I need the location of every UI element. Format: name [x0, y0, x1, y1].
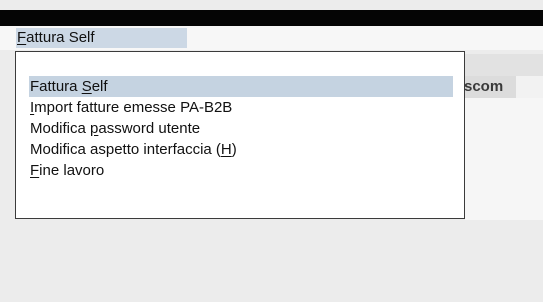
dropdown-menu-list: Fattura Self Import fatture emesse PA-B2…: [29, 76, 453, 181]
background-tab-label: scom: [465, 78, 504, 95]
menu-item-mnemonic: F: [30, 162, 40, 179]
background-header-strip: [465, 54, 543, 76]
menu-label-rest: attura Self: [26, 29, 95, 46]
background-content: [465, 98, 543, 220]
menu-fattura-self[interactable]: Fattura Self: [16, 28, 187, 48]
menu-item-text: elf: [91, 78, 108, 95]
background-tab[interactable]: scom: [465, 76, 516, 98]
dropdown-menu: Fattura Self Import fatture emesse PA-B2…: [15, 51, 465, 219]
menu-item-text: assword utente: [98, 120, 201, 137]
menu-item-fattura-self[interactable]: Fattura Self: [29, 76, 453, 97]
menu-item-import-fatture[interactable]: Import fatture emesse PA-B2B: [29, 97, 453, 118]
menu-item-text: ine lavoro: [39, 162, 105, 179]
menu-mnemonic: F: [17, 29, 27, 46]
menu-item-text: Fattura: [30, 78, 82, 95]
menu-item-fine-lavoro[interactable]: Fine lavoro: [29, 160, 453, 181]
menu-item-mnemonic: H: [220, 141, 232, 158]
menubar: Fattura Self: [0, 26, 543, 50]
app-window: Fattura Self scom Fattura Self Import fa…: [0, 0, 543, 302]
menu-item-mnemonic: S: [81, 78, 92, 95]
title-strip: [0, 10, 543, 26]
menu-item-modifica-password[interactable]: Modifica password utente: [29, 118, 453, 139]
menu-item-text: Modifica aspetto interfaccia (: [30, 141, 221, 158]
menu-item-text: Modifica: [30, 120, 91, 137]
background-tab-filler: [516, 76, 543, 98]
menu-item-text: ): [231, 141, 237, 158]
menu-item-modifica-aspetto[interactable]: Modifica aspetto interfaccia (H): [29, 139, 453, 160]
menu-item-text: mport fatture emesse PA-B2B: [34, 99, 233, 116]
